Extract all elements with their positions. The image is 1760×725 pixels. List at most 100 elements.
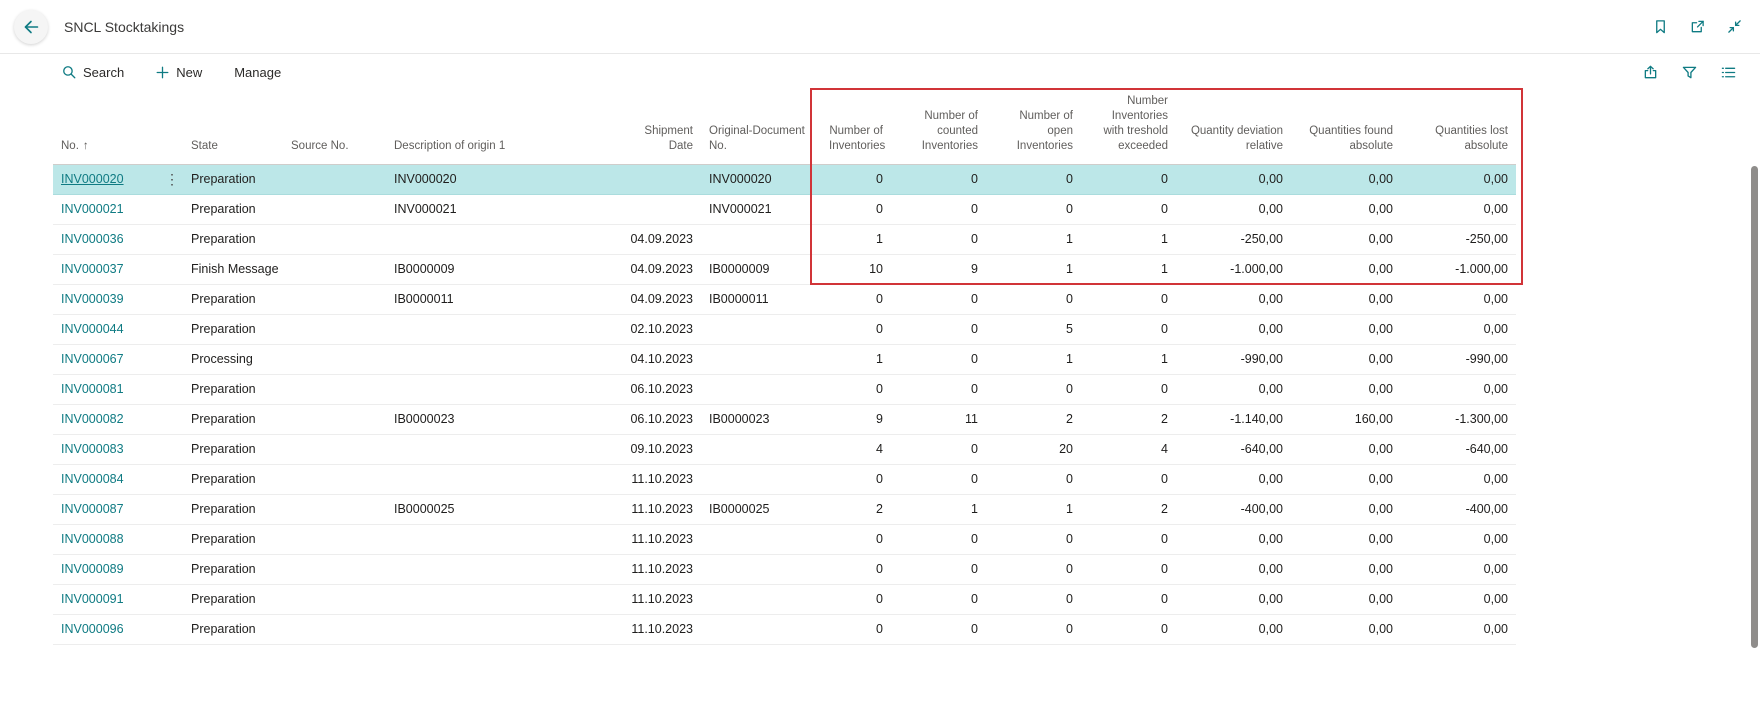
cell-number_of_counted_inventories: 11: [891, 404, 986, 434]
column-header-no[interactable]: No.↑: [53, 90, 183, 164]
cell-no[interactable]: INV000037: [53, 254, 183, 284]
cell-no[interactable]: INV000089: [53, 554, 183, 584]
column-header-description_of_origin_1[interactable]: Description of origin 1: [386, 90, 611, 164]
column-header-quantity_deviation_relative[interactable]: Quantity deviation relative: [1176, 90, 1291, 164]
cell-number_of_inventories: 0: [821, 614, 891, 644]
table-row[interactable]: INV000020⋮PreparationINV000020INV0000200…: [53, 164, 1516, 194]
column-header-number_of_inventories[interactable]: Number of Inventories: [821, 90, 891, 164]
cell-no[interactable]: INV000087: [53, 494, 183, 524]
record-link[interactable]: INV000096: [61, 622, 124, 636]
cell-no[interactable]: INV000084: [53, 464, 183, 494]
search-button[interactable]: Search: [62, 65, 124, 80]
table-row[interactable]: INV000021PreparationINV000021INV00002100…: [53, 194, 1516, 224]
record-link[interactable]: INV000089: [61, 562, 124, 576]
record-link[interactable]: INV000091: [61, 592, 124, 606]
column-header-shipment_date[interactable]: Shipment Date: [611, 90, 701, 164]
cell-number_inventories_with_treshold_exceeded: 0: [1081, 554, 1176, 584]
record-link[interactable]: INV000020: [61, 172, 124, 186]
cell-no[interactable]: INV000088: [53, 524, 183, 554]
record-link[interactable]: INV000081: [61, 382, 124, 396]
cell-no[interactable]: INV000083: [53, 434, 183, 464]
table-row[interactable]: INV000083Preparation09.10.202340204-640,…: [53, 434, 1516, 464]
record-link[interactable]: INV000088: [61, 532, 124, 546]
cell-no[interactable]: INV000067: [53, 344, 183, 374]
record-link[interactable]: INV000087: [61, 502, 124, 516]
table-row[interactable]: INV000036Preparation04.09.20231011-250,0…: [53, 224, 1516, 254]
cell-number_of_inventories: 10: [821, 254, 891, 284]
cell-description_of_origin_1: INV000021: [386, 194, 611, 224]
cell-quantities_found_absolute: 0,00: [1291, 284, 1401, 314]
cell-quantities_lost_absolute: -250,00: [1401, 224, 1516, 254]
cell-no[interactable]: INV000081: [53, 374, 183, 404]
filter-icon[interactable]: [1682, 65, 1697, 80]
vertical-scrollbar[interactable]: [1751, 166, 1758, 648]
cell-no[interactable]: INV000082: [53, 404, 183, 434]
table-row[interactable]: INV000088Preparation11.10.202300000,000,…: [53, 524, 1516, 554]
manage-menu[interactable]: Manage: [234, 65, 281, 80]
cell-quantities_found_absolute: 0,00: [1291, 584, 1401, 614]
column-header-number_of_counted_inventories[interactable]: Number of counted Inventories: [891, 90, 986, 164]
record-link[interactable]: INV000037: [61, 262, 124, 276]
column-header-number_of_open_inventories[interactable]: Number of open Inventories: [986, 90, 1081, 164]
table-row[interactable]: INV000081Preparation06.10.202300000,000,…: [53, 374, 1516, 404]
table-row[interactable]: INV000037Finish MessageIB000000904.09.20…: [53, 254, 1516, 284]
cell-state: Preparation: [183, 284, 283, 314]
table-row[interactable]: INV000096Preparation11.10.202300000,000,…: [53, 614, 1516, 644]
table-row[interactable]: INV000039PreparationIB000001104.09.2023I…: [53, 284, 1516, 314]
table-row[interactable]: INV000084Preparation11.10.202300000,000,…: [53, 464, 1516, 494]
cell-number_of_counted_inventories: 1: [891, 494, 986, 524]
record-link[interactable]: INV000067: [61, 352, 124, 366]
cell-no[interactable]: INV000039: [53, 284, 183, 314]
column-header-state[interactable]: State: [183, 90, 283, 164]
cell-shipment_date: 04.10.2023: [611, 344, 701, 374]
bookmark-icon[interactable]: [1653, 19, 1668, 34]
popout-icon[interactable]: [1690, 19, 1705, 34]
cell-number_of_inventories: 0: [821, 524, 891, 554]
cell-no[interactable]: INV000091: [53, 584, 183, 614]
cell-quantities_lost_absolute: 0,00: [1401, 164, 1516, 194]
table-row[interactable]: INV000082PreparationIB000002306.10.2023I…: [53, 404, 1516, 434]
top-bar: SNCL Stocktakings: [0, 0, 1760, 54]
cell-state: Preparation: [183, 404, 283, 434]
row-context-menu-icon[interactable]: ⋮: [165, 172, 179, 186]
cell-no[interactable]: INV000036: [53, 224, 183, 254]
cell-number_inventories_with_treshold_exceeded: 0: [1081, 164, 1176, 194]
table-row[interactable]: INV000089Preparation11.10.202300000,000,…: [53, 554, 1516, 584]
cell-no[interactable]: INV000096: [53, 614, 183, 644]
column-header-quantities_found_absolute[interactable]: Quantities found absolute: [1291, 90, 1401, 164]
column-header-source_no[interactable]: Source No.: [283, 90, 386, 164]
record-link[interactable]: INV000082: [61, 412, 124, 426]
cell-number_inventories_with_treshold_exceeded: 4: [1081, 434, 1176, 464]
new-button[interactable]: New: [156, 65, 202, 80]
collapse-icon[interactable]: [1727, 19, 1742, 34]
cell-number_inventories_with_treshold_exceeded: 0: [1081, 524, 1176, 554]
cell-quantity_deviation_relative: -400,00: [1176, 494, 1291, 524]
column-header-number_inventories_with_treshold_exceeded[interactable]: Number Inventories with treshold exceede…: [1081, 90, 1176, 164]
record-link[interactable]: INV000039: [61, 292, 124, 306]
table-row[interactable]: INV000067Processing04.10.20231011-990,00…: [53, 344, 1516, 374]
table-row[interactable]: INV000091Preparation11.10.202300000,000,…: [53, 584, 1516, 614]
cell-no[interactable]: INV000020 ⋮: [53, 164, 183, 194]
table-row[interactable]: INV000087PreparationIB000002511.10.2023I…: [53, 494, 1516, 524]
cell-no[interactable]: INV000021: [53, 194, 183, 224]
cell-quantities_found_absolute: 0,00: [1291, 224, 1401, 254]
cell-description_of_origin_1: IB0000023: [386, 404, 611, 434]
table-row[interactable]: INV000044Preparation02.10.202300500,000,…: [53, 314, 1516, 344]
column-header-original_document_no[interactable]: Original-Document No.: [701, 90, 821, 164]
cell-number_inventories_with_treshold_exceeded: 1: [1081, 224, 1176, 254]
cell-number_of_counted_inventories: 0: [891, 464, 986, 494]
share-icon[interactable]: [1643, 65, 1658, 80]
cell-no[interactable]: INV000044: [53, 314, 183, 344]
cell-state: Preparation: [183, 164, 283, 194]
column-header-quantities_lost_absolute[interactable]: Quantities lost absolute: [1401, 90, 1516, 164]
back-button[interactable]: [14, 10, 48, 44]
record-link[interactable]: INV000021: [61, 202, 124, 216]
cell-description_of_origin_1: [386, 524, 611, 554]
record-link[interactable]: INV000044: [61, 322, 124, 336]
record-link[interactable]: INV000084: [61, 472, 124, 486]
record-link[interactable]: INV000036: [61, 232, 124, 246]
cell-quantity_deviation_relative: 0,00: [1176, 374, 1291, 404]
cell-source_no: [283, 284, 386, 314]
record-link[interactable]: INV000083: [61, 442, 124, 456]
list-view-icon[interactable]: [1721, 65, 1736, 80]
